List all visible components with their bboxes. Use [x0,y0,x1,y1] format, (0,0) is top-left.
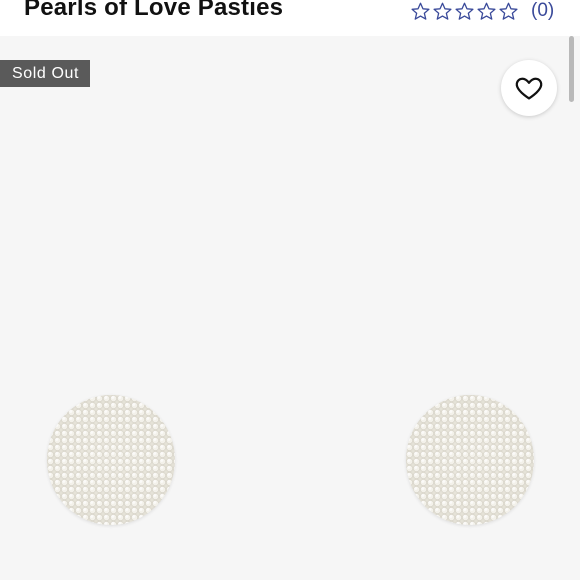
product-header: Pearls of Love Pasties (0) [0,0,580,36]
scrollbar-thumb[interactable] [569,36,574,102]
pearl-pasty-left [47,395,175,525]
star-icon [411,2,430,20]
star-icon [477,2,496,20]
sold-out-badge: Sold Out [0,60,91,87]
star-icon [433,2,452,20]
star-icon [499,2,518,20]
pearl-pasty-right [406,395,534,525]
rating-stars[interactable] [410,1,519,22]
product-rating[interactable]: (0) [410,0,554,25]
heart-outline-icon [515,77,543,100]
review-count[interactable]: (0) [531,0,554,22]
product-image[interactable] [0,36,580,580]
product-title: Pearls of Love Pasties [24,0,284,21]
like-button[interactable] [501,60,557,116]
product-page: Pearls of Love Pasties (0) Sold Out [0,0,580,580]
star-icon [455,2,474,20]
